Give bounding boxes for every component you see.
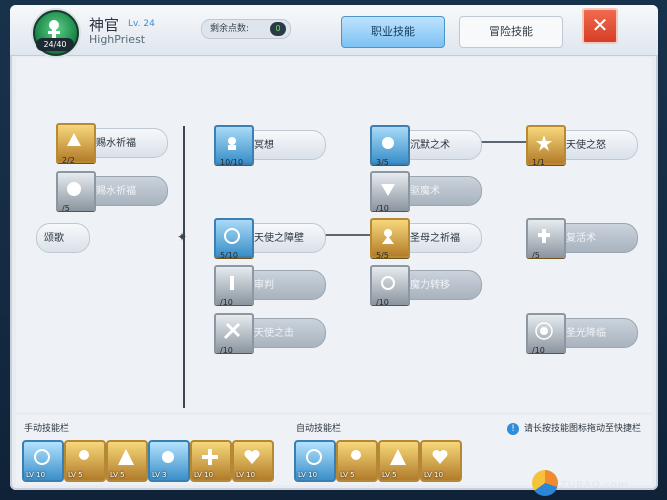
manual-skill-slot[interactable]: LV 10	[22, 440, 64, 482]
blessing-icon	[351, 450, 361, 460]
tab-adventure-skills[interactable]: 冒险技能	[459, 16, 563, 48]
class-subtitle: HighPriest	[89, 33, 146, 46]
skill-node[interactable]: 魔力转移 /10	[370, 265, 482, 307]
skill-name: 冥想	[254, 140, 274, 151]
angelus-icon	[162, 451, 174, 463]
skill-name: 驱魔术	[410, 186, 440, 197]
skill-level: 10/10	[220, 158, 244, 167]
slot-level: LV 10	[236, 471, 256, 479]
job-level: 24/40	[36, 38, 74, 51]
skill-name: 魔力转移	[410, 280, 450, 291]
skill-node[interactable]: 天使之障壁 5/10	[214, 218, 326, 260]
panel-header: 24/40 神官 Lv. 24 HighPriest 剩余点数: 0 职业技能 …	[10, 5, 658, 56]
skill-level: 5/5	[376, 251, 389, 260]
increase-agi-icon	[390, 449, 406, 465]
skill-node[interactable]: 天使之怒 1/1	[526, 125, 638, 167]
skill-level: 5/10	[220, 251, 238, 260]
base-level: Lv. 24	[128, 19, 155, 29]
skill-level: /10	[220, 298, 233, 307]
slot-level: LV 5	[110, 471, 125, 479]
heart-heal-icon	[244, 449, 260, 464]
skill-name: 天使之击	[254, 328, 294, 339]
info-icon: !	[507, 423, 519, 435]
skill-node[interactable]: 沉默之术 3/5	[370, 125, 482, 167]
class-name: 神官	[89, 16, 120, 34]
skill-level: /5	[532, 251, 540, 260]
skill-name: 圣母之祈福	[410, 233, 460, 244]
skill-level: /10	[376, 204, 389, 213]
skill-level: 2/2	[62, 156, 75, 165]
skill-node[interactable]: 颂歌	[36, 223, 90, 253]
heal-cross-icon	[202, 449, 218, 465]
slot-level: LV 10	[424, 471, 444, 479]
skill-node[interactable]: 圣光降临 /10	[526, 313, 638, 355]
skill-node[interactable]: 赐水祈福 2/2	[56, 123, 168, 165]
skill-node[interactable]: 复活术 /5	[526, 218, 638, 260]
skill-name: 复活术	[566, 233, 596, 244]
tree-divider-ornament-icon: ✦	[177, 230, 188, 244]
manual-skill-slot[interactable]: LV 5	[106, 440, 148, 482]
skill-node[interactable]: 圣母之祈福 5/5	[370, 218, 482, 260]
slot-level: LV 5	[68, 471, 83, 479]
slot-level: LV 5	[382, 471, 397, 479]
manual-skill-slot[interactable]: LV 5	[64, 440, 106, 482]
remaining-points: 剩余点数: 0	[201, 19, 291, 39]
skill-name: 沉默之术	[410, 140, 450, 151]
skill-name: 颂歌	[44, 233, 64, 244]
slot-level: LV 10	[194, 471, 214, 479]
skill-level: /10	[376, 298, 389, 307]
skill-level: /10	[532, 346, 545, 355]
slot-level: LV 10	[298, 471, 318, 479]
auto-skill-bar-title: 自动技能栏	[296, 424, 342, 434]
skill-node[interactable]: 驱魔术 /10	[370, 171, 482, 213]
auto-skill-slot[interactable]: LV 5	[336, 440, 378, 482]
blessing-icon	[79, 450, 89, 460]
manual-skill-slot[interactable]: LV 3	[148, 440, 190, 482]
drag-hint-text: 请长按技能图标拖动至快捷栏	[524, 424, 642, 434]
slot-level: LV 10	[26, 471, 46, 479]
skill-node[interactable]: 冥想 10/10	[214, 125, 326, 167]
skill-node[interactable]: 赐水祈福 /5	[56, 171, 168, 213]
skill-name: 天使之障壁	[254, 233, 304, 244]
skill-bars: 手动技能栏 自动技能栏 ! 请长按技能图标拖动至快捷栏 LV 10 LV 5 LV…	[16, 415, 652, 485]
auto-skill-slot[interactable]: LV 5	[378, 440, 420, 482]
skill-panel: 24/40 神官 Lv. 24 HighPriest 剩余点数: 0 职业技能 …	[10, 5, 658, 490]
auto-skill-slot[interactable]: LV 10	[294, 440, 336, 482]
tab-job-skills[interactable]: 职业技能	[341, 16, 445, 48]
skill-level: 3/5	[376, 158, 389, 167]
manual-skill-bar-title: 手动技能栏	[24, 424, 70, 434]
skill-name: 圣光降临	[566, 328, 606, 339]
skill-name: 天使之怒	[566, 140, 606, 151]
increase-agi-icon	[118, 449, 134, 465]
barrier-icon	[34, 449, 50, 465]
barrier-icon	[306, 449, 322, 465]
manual-skill-slot[interactable]: LV 10	[190, 440, 232, 482]
manual-skill-slot[interactable]: LV 10	[232, 440, 274, 482]
slot-level: LV 5	[340, 471, 355, 479]
site-watermark: ZUBAO.com	[560, 480, 629, 491]
heart-heal-icon	[432, 449, 448, 464]
slot-level: LV 3	[152, 471, 167, 479]
drag-hint: ! 请长按技能图标拖动至快捷栏	[507, 421, 641, 435]
remaining-points-label: 剩余点数:	[210, 24, 250, 34]
skill-name: 审判	[254, 280, 274, 291]
site-logo-icon	[532, 470, 558, 496]
skill-node[interactable]: 审判 /10	[214, 265, 326, 307]
skill-node[interactable]: 天使之击 /10	[214, 313, 326, 355]
skill-tree: ✦ 赐水祈福 2/2 赐水祈福 /5 颂歌 冥想 10/10 天使之障壁 5/1…	[16, 58, 652, 412]
skill-level: /5	[62, 204, 70, 213]
remaining-points-value: 0	[270, 22, 286, 36]
skill-level: /10	[220, 346, 233, 355]
tree-divider	[183, 126, 185, 408]
skill-name: 赐水祈福	[96, 186, 136, 197]
skill-level: 1/1	[532, 158, 545, 167]
close-button[interactable]: ✕	[582, 8, 618, 44]
skill-name: 赐水祈福	[96, 138, 136, 149]
auto-skill-slot[interactable]: LV 10	[420, 440, 462, 482]
